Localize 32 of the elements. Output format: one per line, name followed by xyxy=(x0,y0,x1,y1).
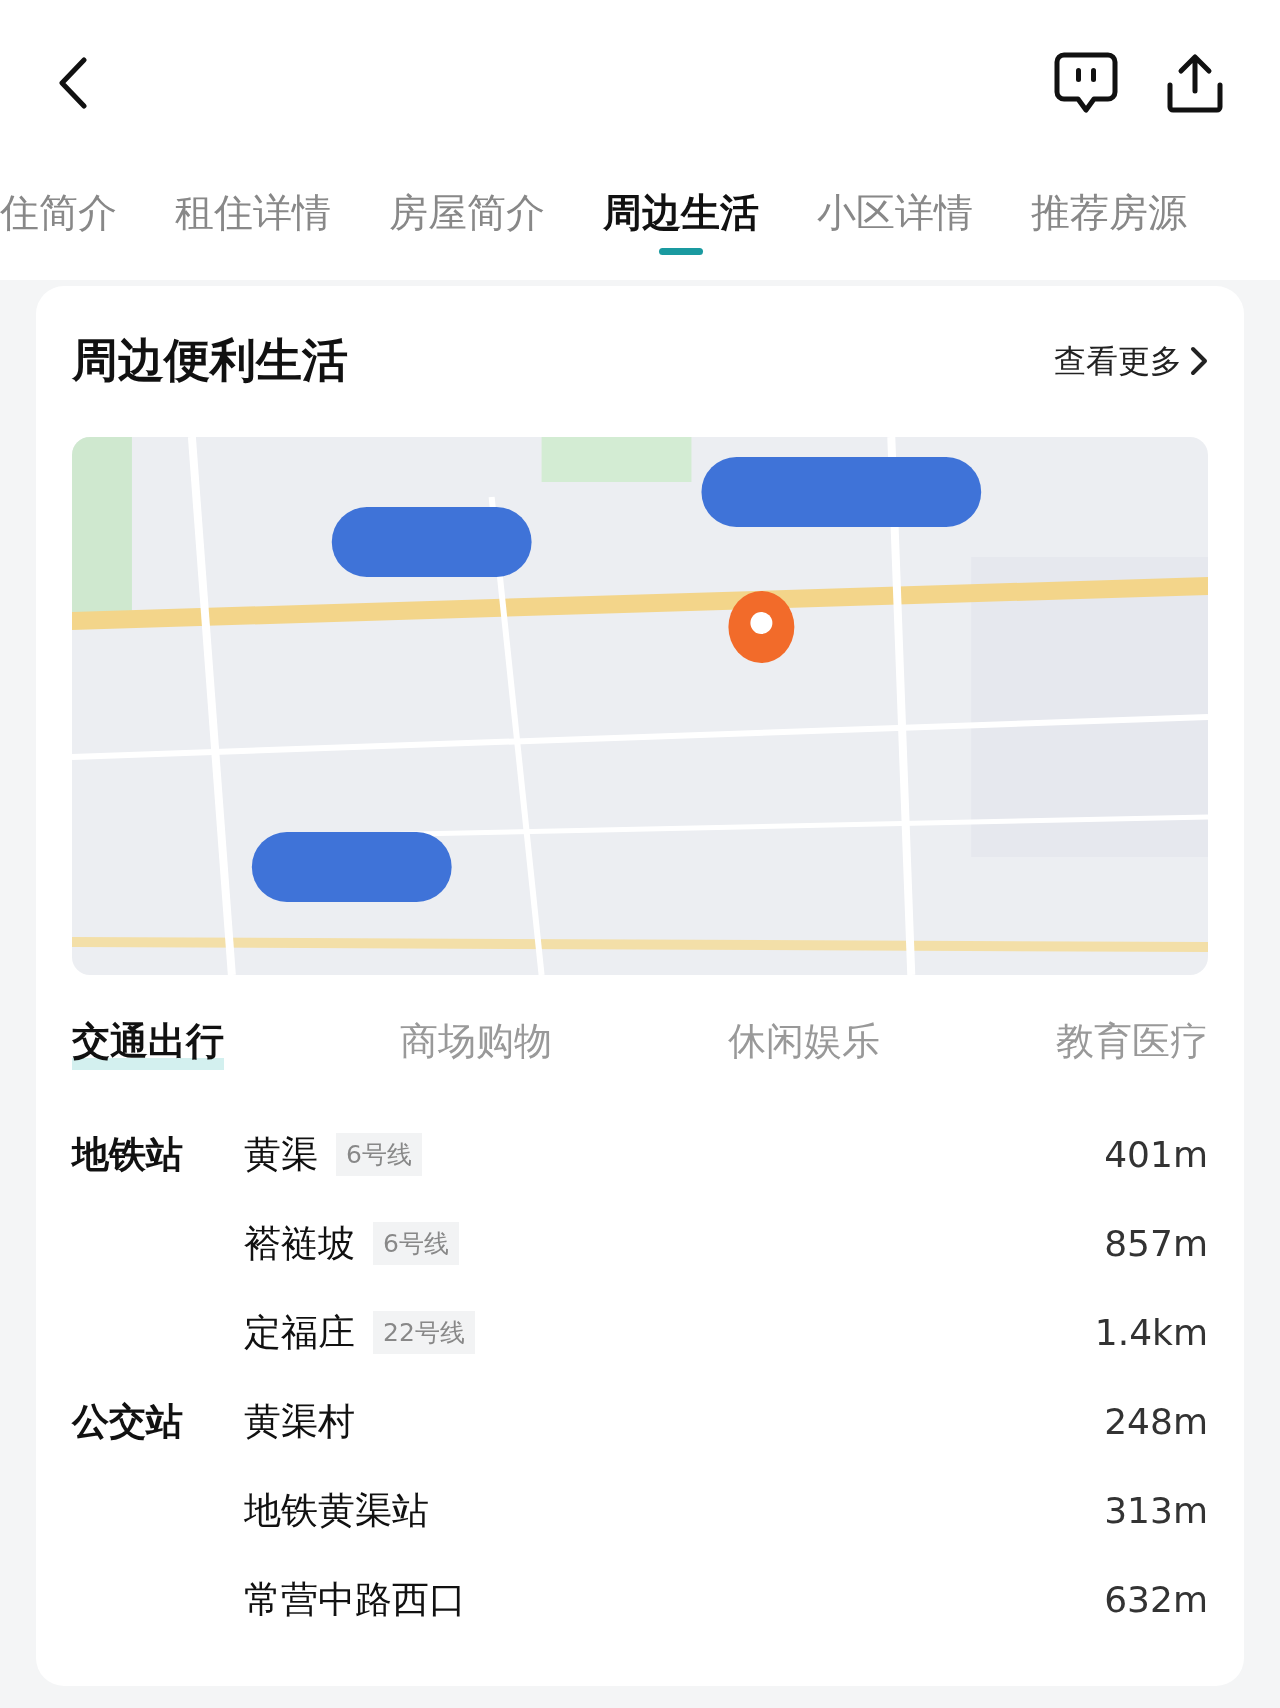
chevron-right-icon xyxy=(1190,345,1208,376)
tab[interactable]: 小区详情 xyxy=(817,184,973,261)
distance: 401m xyxy=(1104,1132,1208,1177)
distance: 632m xyxy=(1104,1577,1208,1622)
section-title: 周边便利生活 xyxy=(72,332,348,389)
distance: 1.4km xyxy=(1094,1310,1208,1355)
category-tab[interactable]: 教育医疗 xyxy=(1056,1013,1208,1070)
distance: 248m xyxy=(1104,1399,1208,1444)
back-icon[interactable] xyxy=(58,56,88,109)
line-tag: 6号线 xyxy=(336,1132,422,1177)
share-icon[interactable] xyxy=(1166,52,1224,113)
chat-icon[interactable] xyxy=(1054,51,1118,114)
station-name: 地铁黄渠站 xyxy=(244,1487,429,1534)
tab[interactable]: 周边生活 xyxy=(603,184,759,261)
station-name: 定福庄 xyxy=(244,1309,355,1356)
tab[interactable]: 住简介 xyxy=(0,184,117,261)
station-name: 褡裢坡 xyxy=(244,1220,355,1267)
tab[interactable]: 推荐房源 xyxy=(1031,184,1187,261)
station-name: 黄渠村 xyxy=(244,1398,355,1445)
group-label: 地铁站 xyxy=(72,1132,183,1176)
distance: 857m xyxy=(1104,1221,1208,1266)
category-tab[interactable]: 休闲娱乐 xyxy=(728,1013,880,1070)
station-name: 黄渠 xyxy=(244,1131,318,1178)
tab[interactable]: 房屋简介 xyxy=(389,184,545,261)
view-more-link[interactable]: 查看更多 xyxy=(1054,336,1182,385)
category-tab[interactable]: 商场购物 xyxy=(400,1013,552,1070)
line-tag: 6号线 xyxy=(373,1221,459,1266)
group-label: 公交站 xyxy=(72,1399,183,1443)
tab[interactable]: 租住详情 xyxy=(175,184,331,261)
line-tag: 22号线 xyxy=(373,1310,475,1355)
distance: 313m xyxy=(1104,1488,1208,1533)
station-name: 常营中路西口 xyxy=(244,1576,466,1623)
